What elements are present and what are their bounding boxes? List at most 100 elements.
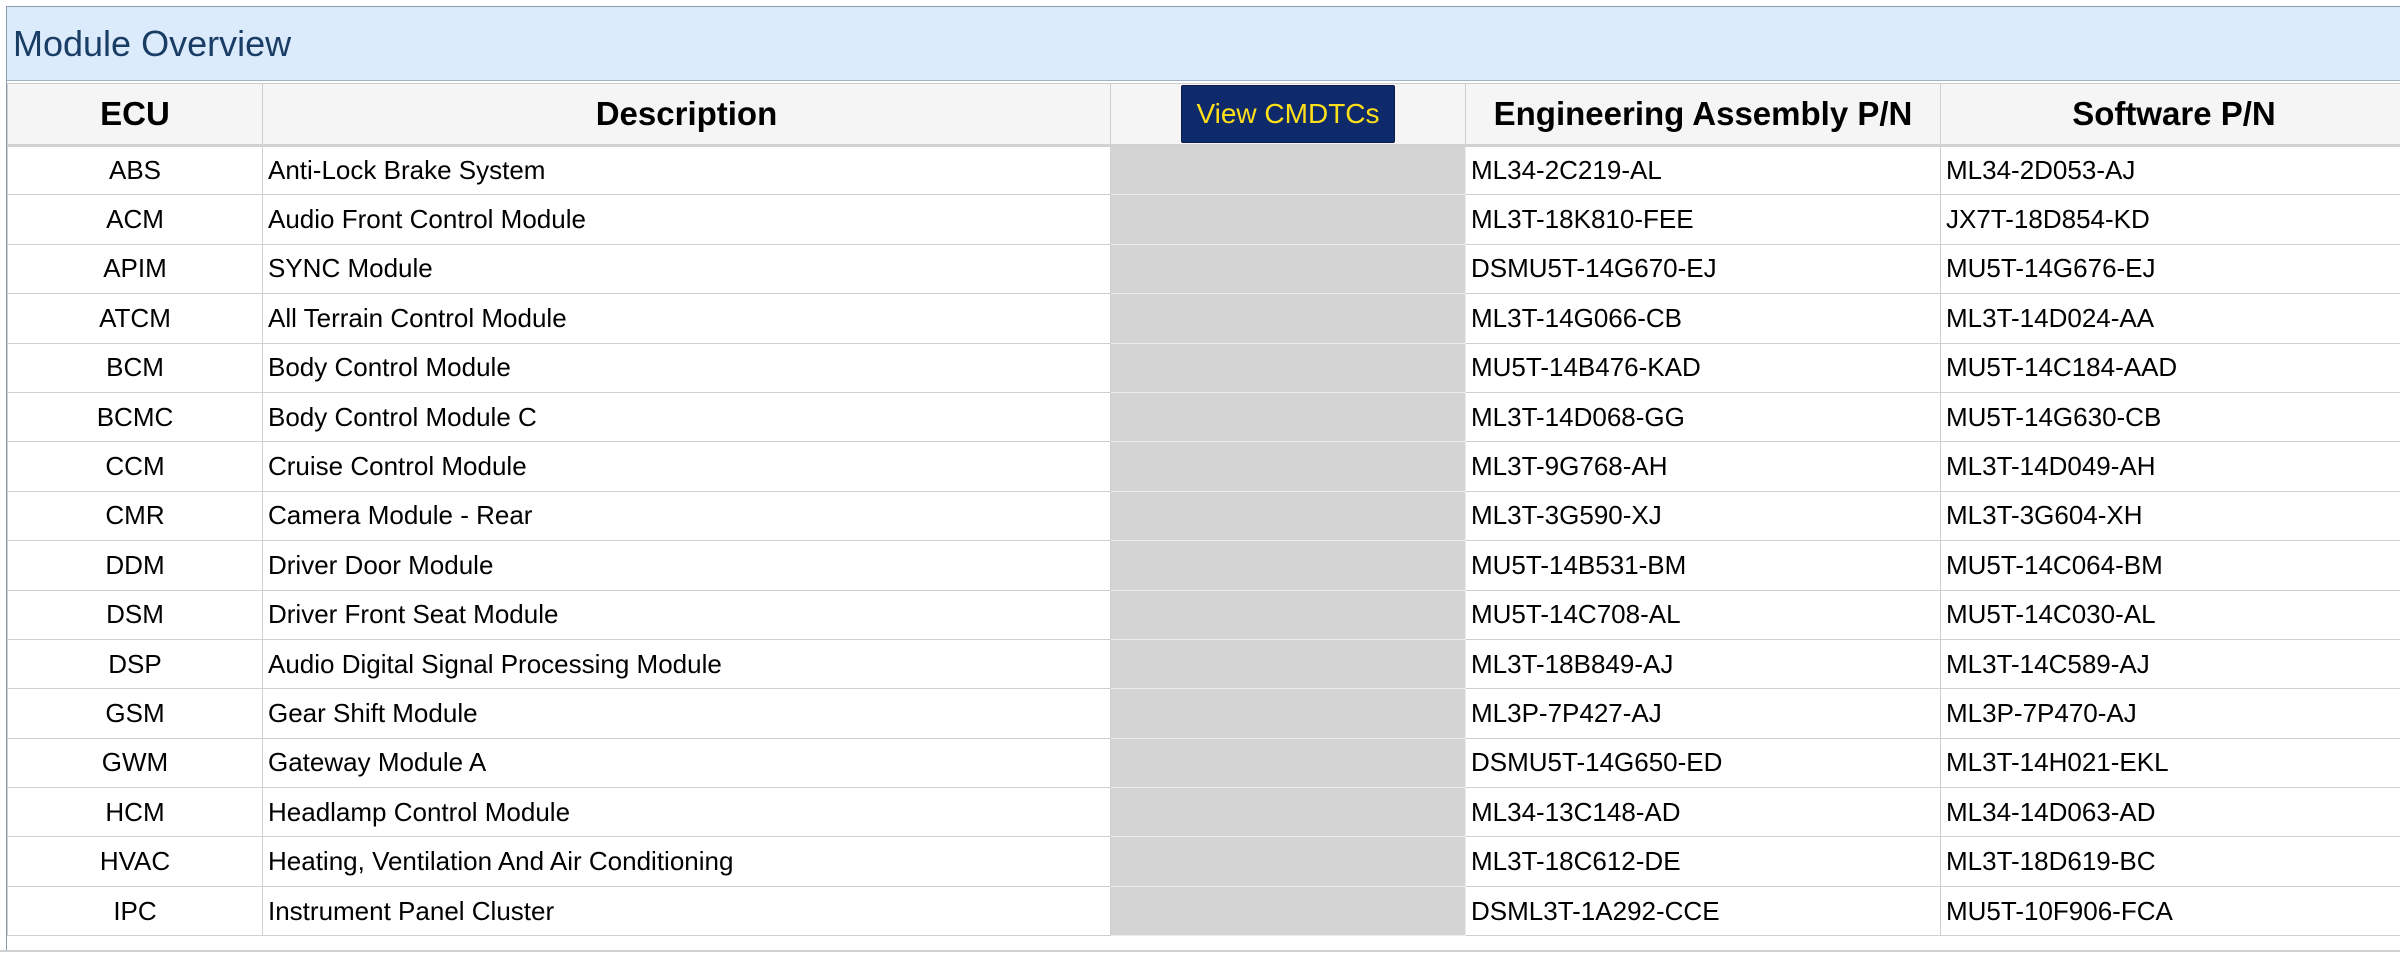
cmdtc-cell [1110,787,1466,838]
ecu-cell: DSM [7,589,263,640]
ecu-cell: ACM [7,194,263,245]
column-header-ecu: ECU [7,83,263,147]
software-pn-cell: JX7T-18D854-KD [1940,194,2400,245]
description-cell: Headlamp Control Module [262,787,1111,838]
cmdtc-cell [1110,342,1466,393]
table-row[interactable]: HVAC Heating, Ventilation And Air Conditi… [7,836,2400,887]
ecu-cell: CCM [7,441,263,492]
column-header-cmdtc: View CMDTCs [1110,83,1466,147]
engineering-pn-cell: MU5T-14C708-AL [1465,589,1941,640]
column-header-engineering-pn: Engineering Assembly P/N [1465,83,1941,147]
software-pn-cell: MU5T-14C184-AAD [1940,342,2400,393]
engineering-pn-cell: MU5T-14B531-BM [1465,540,1941,591]
ecu-cell: DSP [7,638,263,690]
table-row[interactable]: BCM Body Control Module MU5T-14B476-KAD MU5… [7,342,2400,393]
cmdtc-cell [1110,490,1466,542]
table-row[interactable]: HCM Headlamp Control Module ML34-13C148-AD… [7,787,2400,838]
software-pn-cell: MU5T-14G676-EJ [1940,243,2400,295]
engineering-pn-cell: DSMU5T-14G650-ED [1465,737,1941,789]
table-row[interactable]: DSM Driver Front Seat Module MU5T-14C708-A… [7,589,2400,640]
ecu-cell: BCM [7,342,263,393]
description-cell: Instrument Panel Cluster [262,885,1111,937]
engineering-pn-cell: ML3T-18K810-FEE [1465,194,1941,245]
software-pn-cell: ML3T-18D619-BC [1940,836,2400,887]
table-row[interactable]: ATCM All Terrain Control Module ML3T-14G06… [7,293,2400,344]
column-header-description: Description [262,83,1111,147]
table-row[interactable]: ABS Anti-Lock Brake System ML34-2C219-AL ML… [7,144,2400,196]
cmdtc-cell [1110,293,1466,344]
software-pn-cell: ML3T-3G604-XH [1940,490,2400,542]
software-pn-cell: ML3P-7P470-AJ [1940,688,2400,739]
description-cell: Gear Shift Module [262,688,1111,739]
engineering-pn-cell: ML34-13C148-AD [1465,787,1941,838]
cmdtc-cell [1110,194,1466,245]
table-row[interactable]: GWM Gateway Module A DSMU5T-14G650-ED ML3T-… [7,737,2400,789]
table-row[interactable]: ACM Audio Front Control Module ML3T-18K810… [7,194,2400,245]
cmdtc-cell [1110,737,1466,789]
description-cell: Audio Digital Signal Processing Module [262,638,1111,690]
engineering-pn-cell: ML3T-14D068-GG [1465,391,1941,443]
description-cell: Camera Module - Rear [262,490,1111,542]
engineering-pn-cell: ML3T-14G066-CB [1465,293,1941,344]
engineering-pn-cell: MU5T-14B476-KAD [1465,342,1941,393]
software-pn-cell: ML34-2D053-AJ [1940,144,2400,196]
software-pn-cell: MU5T-14C030-AL [1940,589,2400,640]
software-pn-cell: MU5T-10F906-FCA [1940,885,2400,937]
table-row[interactable]: CMR Camera Module - Rear ML3T-3G590-XJ ML3T… [7,490,2400,542]
description-cell: Driver Front Seat Module [262,589,1111,640]
cmdtc-cell [1110,144,1466,196]
table-row[interactable]: APIM SYNC Module DSMU5T-14G670-EJ MU5T-14G6… [7,243,2400,295]
ecu-cell: CMR [7,490,263,542]
engineering-pn-cell: DSMU5T-14G670-EJ [1465,243,1941,295]
table-row[interactable]: DDM Driver Door Module MU5T-14B531-BM MU5T-… [7,540,2400,591]
software-pn-cell: ML34-14D063-AD [1940,787,2400,838]
ecu-cell: DDM [7,540,263,591]
table-row[interactable]: DSP Audio Digital Signal Processing Modul… [7,638,2400,690]
cmdtc-cell [1110,540,1466,591]
ecu-cell: ABS [7,144,263,196]
table-row[interactable]: GSM Gear Shift Module ML3P-7P427-AJ ML3P-7P… [7,688,2400,739]
engineering-pn-cell: ML3T-9G768-AH [1465,441,1941,492]
cmdtc-cell [1110,836,1466,887]
ecu-cell: APIM [7,243,263,295]
description-cell: SYNC Module [262,243,1111,295]
description-cell: Driver Door Module [262,540,1111,591]
ecu-cell: HCM [7,787,263,838]
description-cell: Heating, Ventilation And Air Conditionin… [262,836,1111,887]
table-row[interactable]: IPC Instrument Panel Cluster DSML3T-1A292-… [7,885,2400,937]
software-pn-cell: MU5T-14G630-CB [1940,391,2400,443]
ecu-cell: BCMC [7,391,263,443]
software-pn-cell: ML3T-14C589-AJ [1940,638,2400,690]
bottom-divider [0,950,2400,952]
table-row[interactable]: CCM Cruise Control Module ML3T-9G768-AH ML3… [7,441,2400,492]
view-cmdtcs-button[interactable]: View CMDTCs [1181,85,1395,143]
engineering-pn-cell: ML34-2C219-AL [1465,144,1941,196]
description-cell: Cruise Control Module [262,441,1111,492]
description-cell: Gateway Module A [262,737,1111,789]
description-cell: Anti-Lock Brake System [262,144,1111,196]
cmdtc-cell [1110,391,1466,443]
cmdtc-cell [1110,885,1466,937]
description-cell: Body Control Module C [262,391,1111,443]
engineering-pn-cell: ML3T-3G590-XJ [1465,490,1941,542]
engineering-pn-cell: ML3T-18C612-DE [1465,836,1941,887]
cmdtc-cell [1110,638,1466,690]
engineering-pn-cell: DSML3T-1A292-CCE [1465,885,1941,937]
engineering-pn-cell: ML3T-18B849-AJ [1465,638,1941,690]
description-cell: Audio Front Control Module [262,194,1111,245]
ecu-cell: GWM [7,737,263,789]
ecu-cell: HVAC [7,836,263,887]
ecu-cell: GSM [7,688,263,739]
table-header-row: ECU Description View CMDTCs Engineering … [7,83,2400,147]
panel-header: Module Overview [7,7,2400,81]
cmdtc-cell [1110,589,1466,640]
ecu-cell: IPC [7,885,263,937]
description-cell: All Terrain Control Module [262,293,1111,344]
software-pn-cell: ML3T-14H021-EKL [1940,737,2400,789]
description-cell: Body Control Module [262,342,1111,393]
cmdtc-cell [1110,688,1466,739]
software-pn-cell: ML3T-14D049-AH [1940,441,2400,492]
table-row[interactable]: BCMC Body Control Module C ML3T-14D068-GG M… [7,391,2400,443]
software-pn-cell: ML3T-14D024-AA [1940,293,2400,344]
cmdtc-cell [1110,243,1466,295]
